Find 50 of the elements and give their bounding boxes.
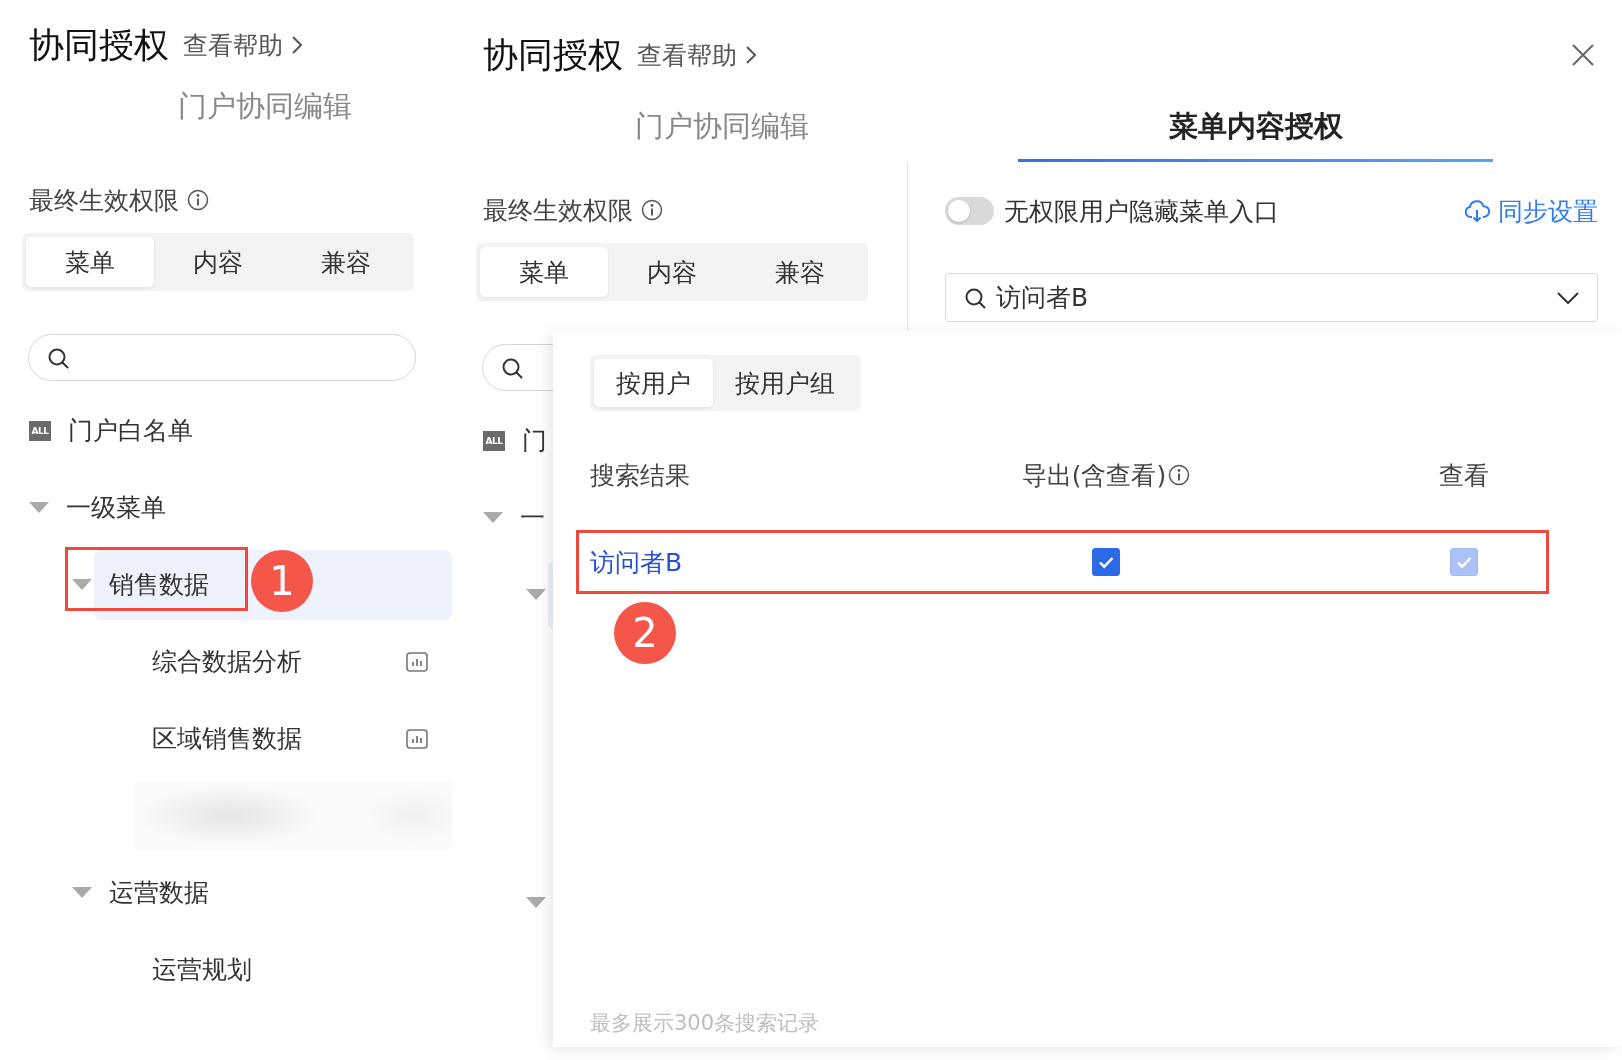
info-icon bbox=[641, 199, 663, 221]
dialog-title: 协同授权 bbox=[483, 33, 623, 77]
segment-tab[interactable]: 内容 bbox=[154, 237, 282, 287]
tree-item[interactable]: 运营数据 bbox=[109, 876, 209, 909]
tree-item[interactable]: 区域销售数据 bbox=[152, 722, 302, 755]
permission-label: 最终生效权限 bbox=[483, 194, 633, 227]
tree-item[interactable]: 销售数据 bbox=[109, 568, 209, 601]
sync-button[interactable]: 同步设置 bbox=[1464, 194, 1598, 228]
segment-tab[interactable]: 按用户组 bbox=[713, 359, 857, 407]
panel-title: 协同授权 bbox=[29, 23, 169, 67]
search-icon bbox=[47, 346, 69, 369]
segment-tab[interactable]: 兼容 bbox=[736, 247, 864, 297]
cloud-download-icon bbox=[1464, 199, 1490, 223]
tree-item[interactable]: 门 bbox=[522, 424, 547, 457]
help-link[interactable]: 查看帮助 bbox=[637, 38, 757, 72]
toggle-switch[interactable] bbox=[945, 197, 994, 225]
tree-item[interactable]: 综合数据分析 bbox=[152, 645, 302, 678]
chevron-right-icon bbox=[291, 35, 303, 55]
tab[interactable]: 门户协同编辑 bbox=[60, 87, 470, 126]
search-icon bbox=[501, 356, 523, 379]
segment-tab[interactable]: 按用户 bbox=[594, 359, 713, 407]
help-link[interactable]: 查看帮助 bbox=[183, 28, 303, 62]
search-icon bbox=[964, 286, 986, 309]
tab[interactable]: 门户协同编辑 bbox=[484, 95, 959, 162]
close-icon[interactable] bbox=[1571, 43, 1595, 67]
info-icon bbox=[187, 189, 209, 211]
tree-item[interactable]: 运营规划 bbox=[152, 953, 252, 986]
column-header: 导出(含查看) bbox=[1021, 459, 1167, 492]
column-header: 查看 bbox=[1439, 459, 1489, 492]
tree-item[interactable]: 一级菜单 bbox=[66, 491, 166, 524]
user-name: 访问者B bbox=[590, 546, 683, 579]
segment-tab[interactable]: 兼容 bbox=[282, 237, 410, 287]
all-badge: ALL bbox=[29, 420, 51, 441]
segment-tab[interactable]: 内容 bbox=[608, 247, 736, 297]
tree-item[interactable]: 门户白名单 bbox=[68, 414, 193, 447]
toggle-label: 无权限用户隐藏菜单入口 bbox=[1004, 195, 1279, 228]
footer-note: 最多展示300条搜索记录 bbox=[590, 1010, 820, 1037]
segment-tab[interactable]: 菜单 bbox=[26, 237, 154, 287]
tab[interactable]: 菜单内容授权 bbox=[1018, 95, 1493, 162]
permission-label: 最终生效权限 bbox=[29, 184, 179, 217]
all-badge: ALL bbox=[483, 430, 505, 451]
chart-icon bbox=[406, 651, 428, 672]
user-select[interactable]: 访问者B bbox=[945, 273, 1598, 322]
checkbox[interactable] bbox=[1092, 548, 1120, 576]
segment-tab[interactable]: 菜单 bbox=[480, 247, 608, 297]
chevron-right-icon bbox=[745, 45, 757, 65]
chart-icon bbox=[406, 728, 428, 749]
column-header: 搜索结果 bbox=[590, 459, 690, 492]
chevron-down-icon bbox=[1557, 291, 1579, 304]
tree-item[interactable]: 一 bbox=[520, 501, 545, 534]
